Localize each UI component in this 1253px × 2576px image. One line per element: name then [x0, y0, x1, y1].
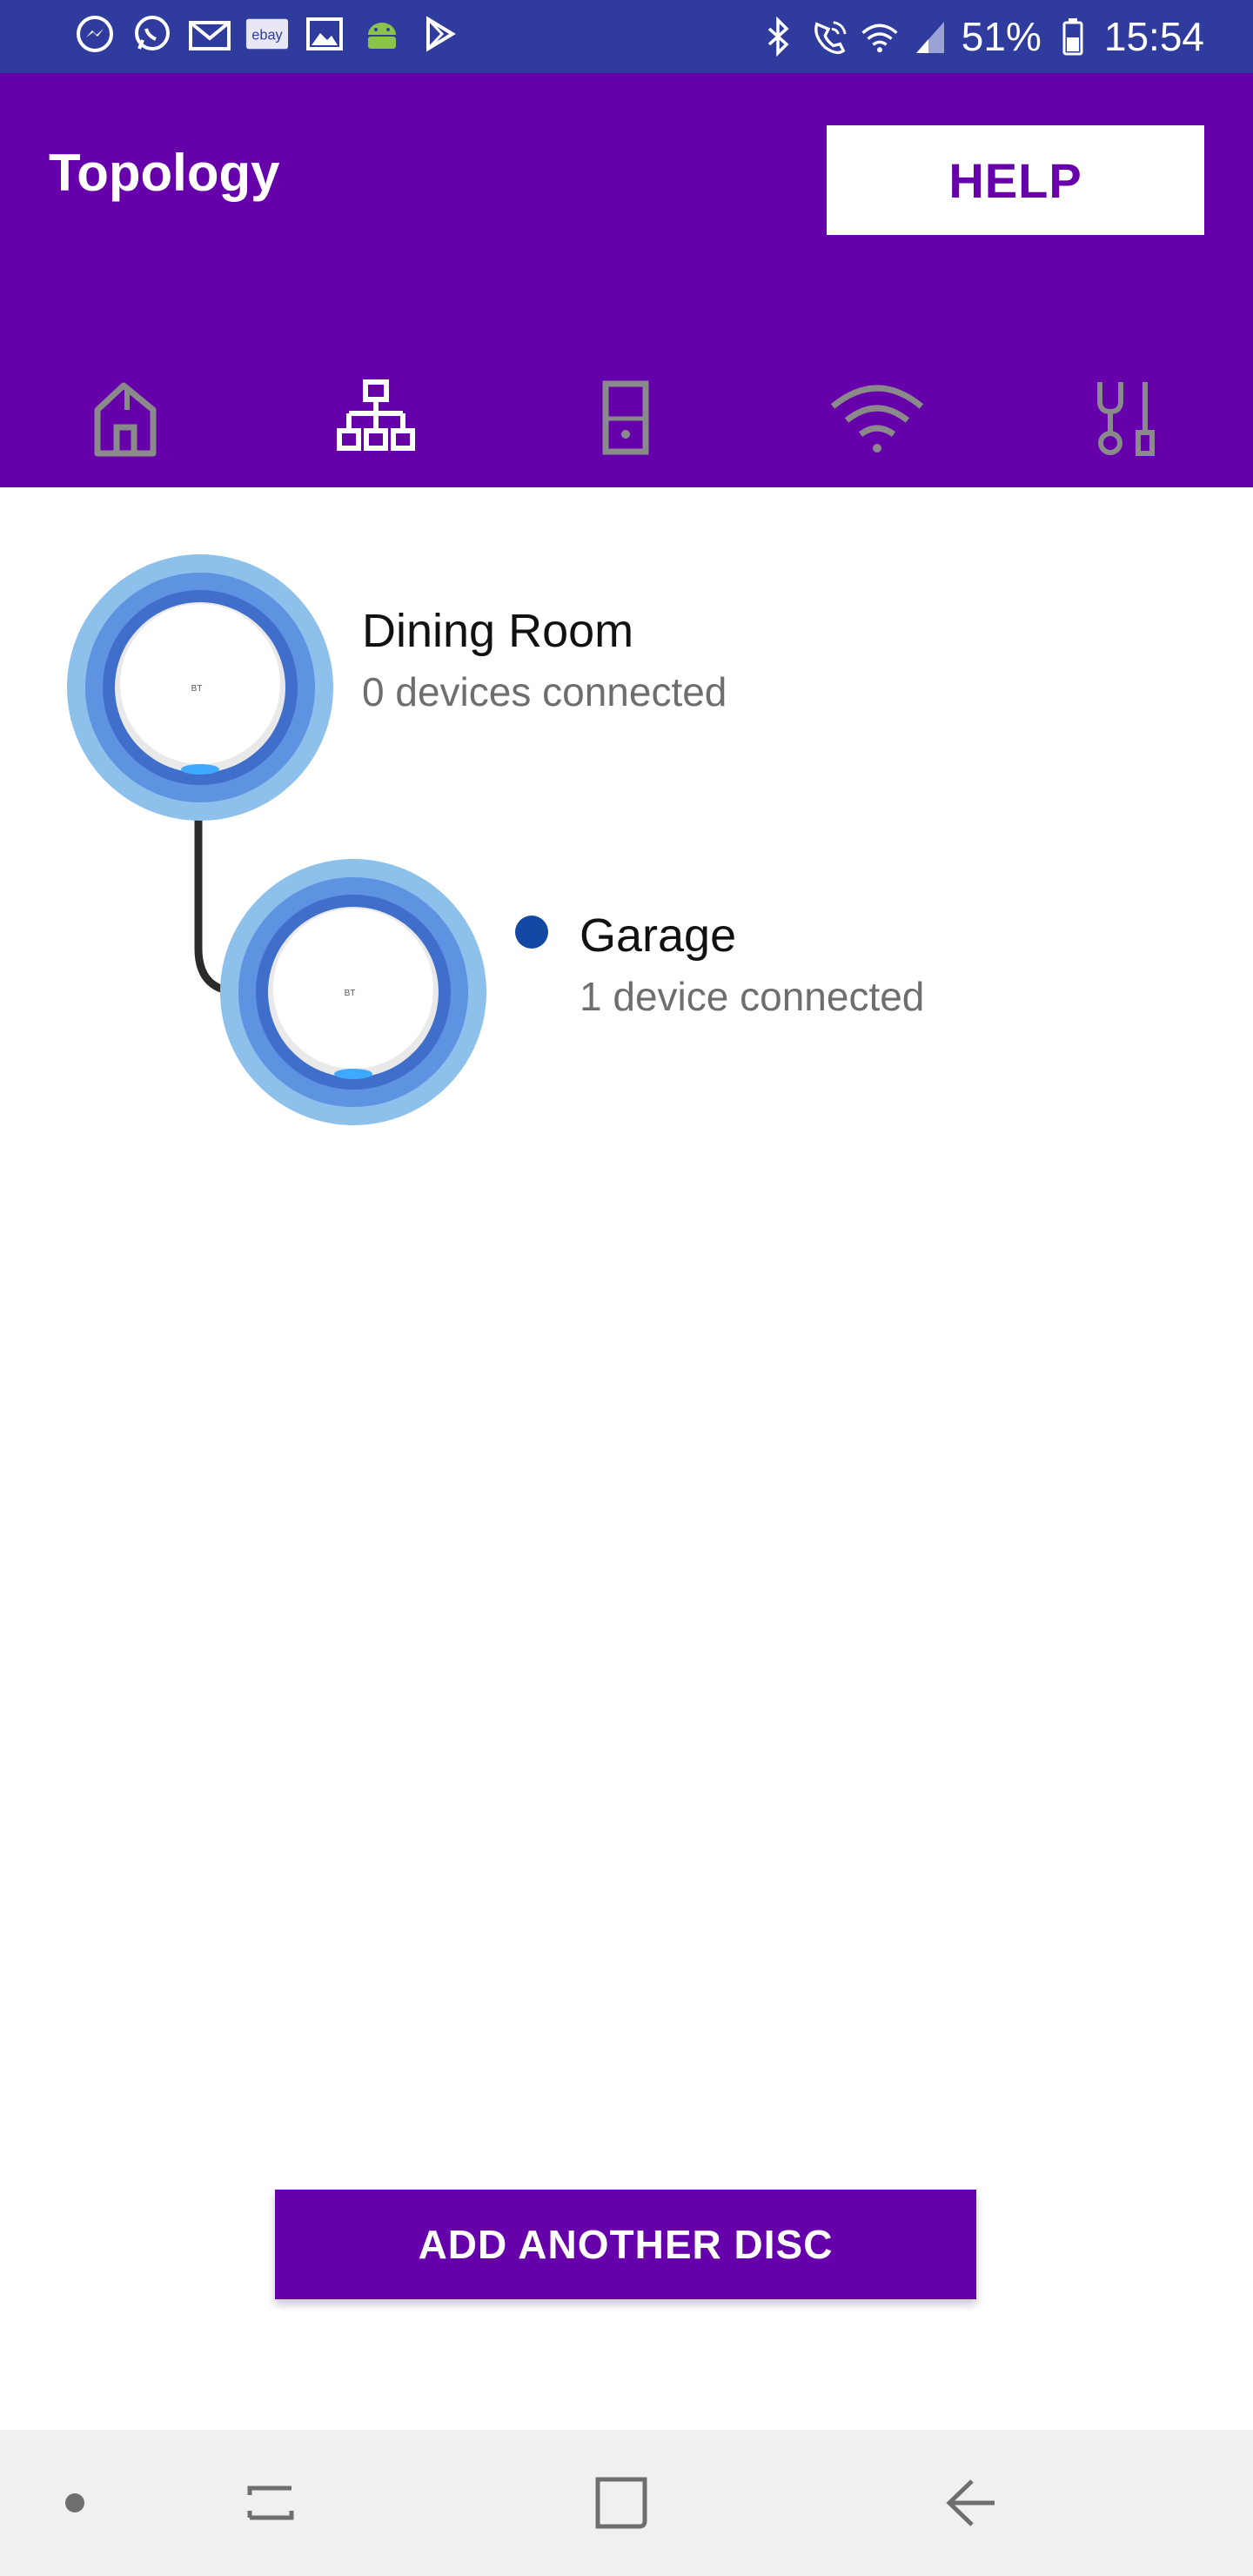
nav-home[interactable] — [578, 2459, 665, 2546]
back-icon — [946, 2479, 995, 2526]
app-bar: Topology HELP — [0, 73, 1253, 487]
node-device-count: 1 device connected — [580, 974, 925, 1019]
device-icon — [602, 380, 649, 455]
bt-logo: BT — [345, 989, 356, 998]
home-icon — [94, 382, 157, 457]
bluetooth-icon — [760, 15, 798, 58]
wifi-calling-icon — [810, 15, 848, 58]
tab-topology[interactable] — [306, 348, 446, 487]
battery-percentage: 51% — [961, 14, 1042, 59]
tab-tools[interactable] — [1058, 348, 1197, 487]
nav-back[interactable] — [928, 2459, 1015, 2546]
system-status: 51% 15:54 — [760, 9, 1204, 64]
mail-icon — [188, 12, 231, 56]
android-icon — [360, 12, 404, 56]
disc-icon: BT — [67, 554, 333, 821]
wifi-icon — [830, 385, 924, 453]
gallery-icon — [303, 12, 346, 56]
disc-dining-room[interactable]: BT — [66, 553, 334, 822]
tab-bar — [0, 348, 1253, 487]
tab-wifi[interactable] — [807, 348, 947, 487]
svg-text:ebay: ebay — [251, 28, 283, 44]
system-nav-bar — [0, 2430, 1253, 2576]
status-dot — [515, 916, 548, 949]
recent-apps-icon — [247, 2485, 294, 2520]
whatsapp-icon — [131, 12, 174, 56]
node-name[interactable]: Dining Room — [362, 604, 633, 658]
topology-icon — [337, 379, 415, 451]
dot-icon — [65, 2493, 84, 2512]
wifi-icon — [861, 15, 899, 58]
page-title: Topology — [49, 144, 280, 202]
play-store-icon — [418, 12, 461, 56]
node-name[interactable]: Garage — [580, 909, 736, 963]
messenger-icon — [73, 12, 117, 56]
notification-icons: ebay — [73, 12, 461, 56]
nav-recent-apps[interactable] — [228, 2459, 315, 2546]
clock: 15:54 — [1103, 14, 1204, 59]
home-square-icon — [595, 2477, 647, 2529]
disc-icon: BT — [220, 859, 486, 1125]
tab-home[interactable] — [56, 348, 195, 487]
bt-logo: BT — [191, 684, 203, 694]
tab-devices[interactable] — [557, 348, 696, 487]
tools-icon — [1097, 382, 1155, 456]
ebay-icon: ebay — [245, 12, 289, 56]
battery-icon — [1054, 15, 1092, 58]
signal-icon — [911, 15, 949, 58]
disc-garage[interactable]: BT — [219, 858, 487, 1126]
help-button[interactable]: HELP — [827, 125, 1204, 235]
nav-dot[interactable] — [31, 2459, 118, 2546]
node-device-count: 0 devices connected — [362, 669, 727, 714]
status-bar: ebay 51% 15:54 — [0, 0, 1253, 73]
add-another-disc-button[interactable]: ADD ANOTHER DISC — [275, 2190, 976, 2299]
